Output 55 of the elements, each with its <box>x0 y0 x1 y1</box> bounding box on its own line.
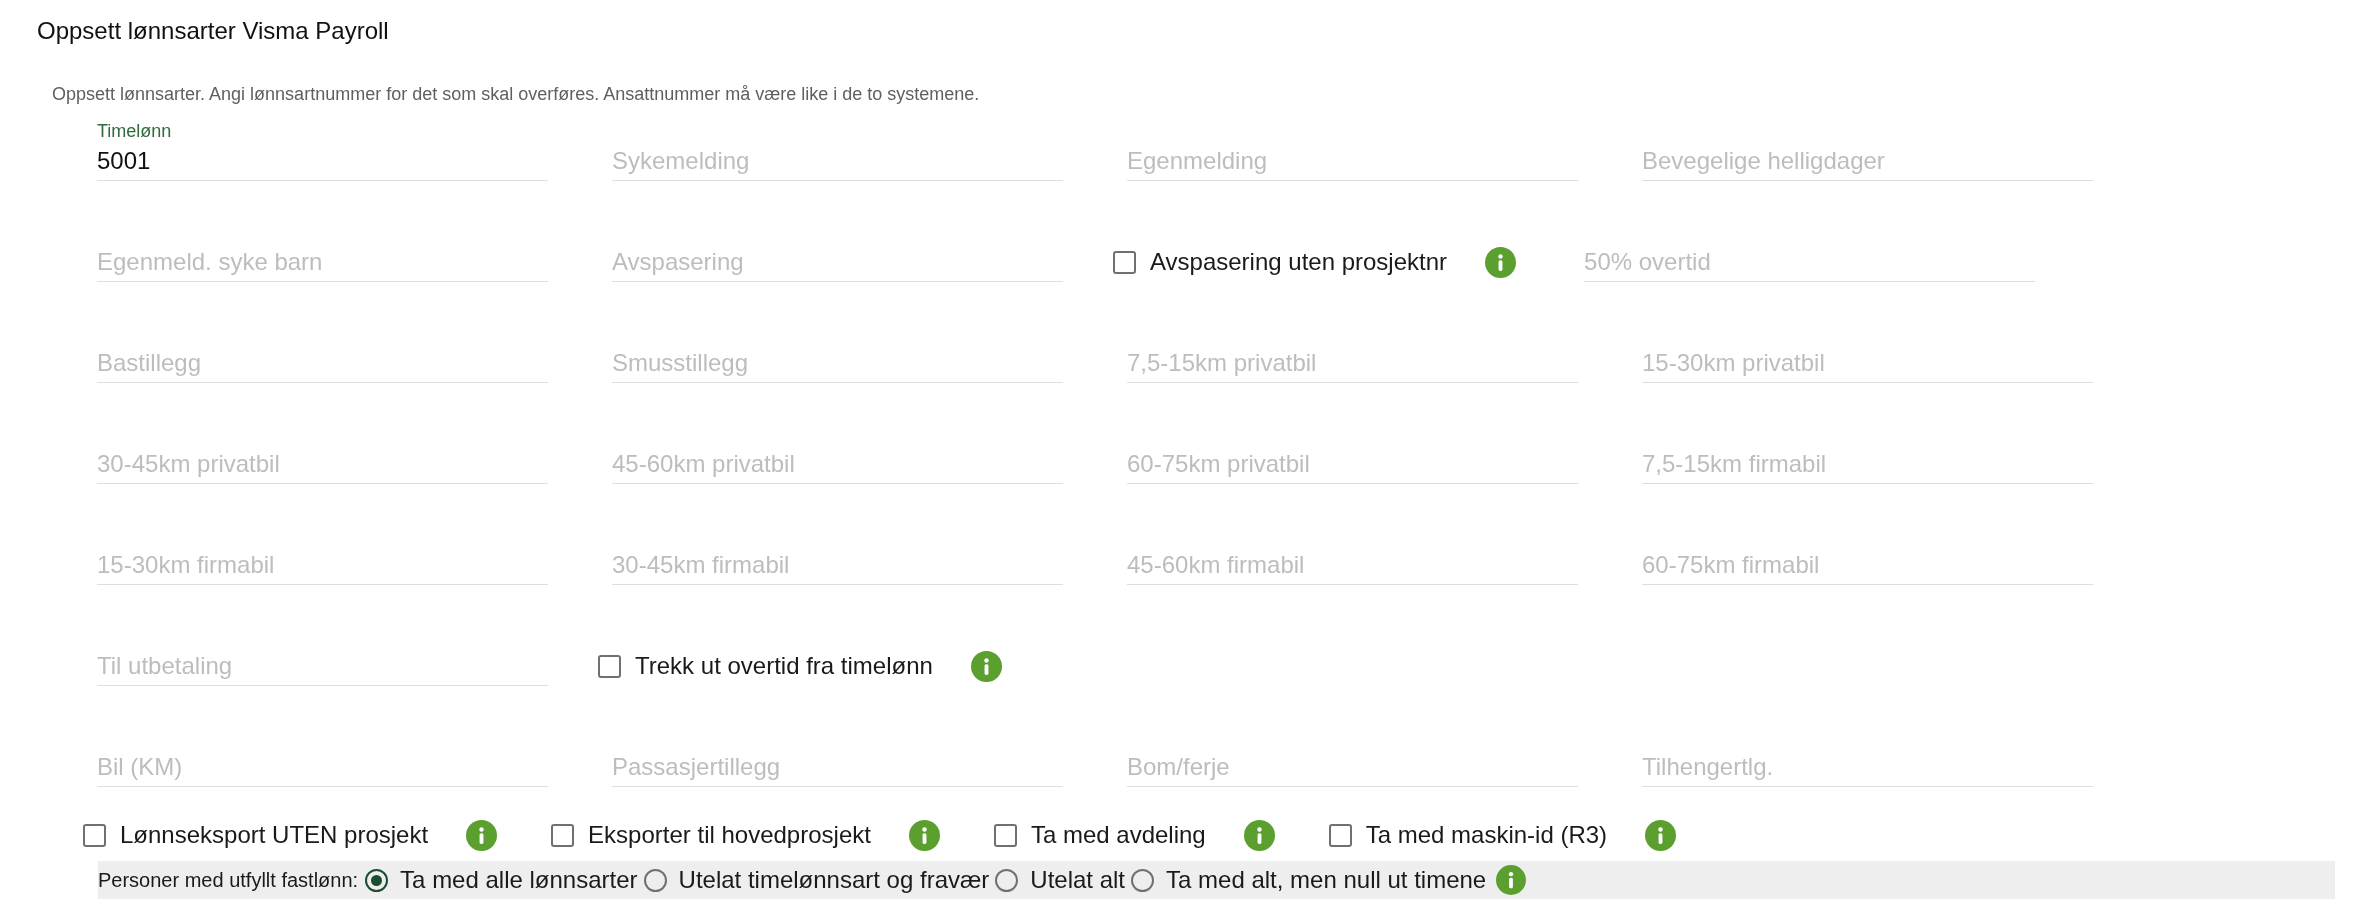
radio-button[interactable] <box>643 868 667 892</box>
text-field[interactable]: 30-45km privatbil <box>97 445 548 484</box>
info-icon[interactable] <box>1485 246 1517 278</box>
page-title: Oppsett lønnsarter Visma Payroll <box>37 17 389 45</box>
text-field[interactable]: 5001 <box>97 142 548 181</box>
description-text: Oppsett lønnsarter. Angi lønnsartnummer for det som skal overføres. Ansattnummer må være like i de to systemene. <box>52 84 980 104</box>
info-icon[interactable] <box>1496 865 1527 895</box>
checkbox[interactable] <box>551 823 575 847</box>
radio-label: Ta med alt, men null ut timene <box>1166 866 1487 894</box>
info-icon[interactable] <box>466 819 498 851</box>
radio-label: Utelat alt <box>1030 866 1126 894</box>
text-field[interactable]: Bil (KM) <box>97 748 548 787</box>
checkbox-label: Lønnseksport UTEN prosjekt <box>120 821 429 849</box>
text-field[interactable]: Tilhengertlg. <box>1642 748 2093 787</box>
text-field[interactable]: 7,5-15km privatbil <box>1127 344 1578 383</box>
checkbox[interactable] <box>1113 250 1136 274</box>
checkbox-label: Ta med avdeling <box>1030 821 1206 849</box>
checkbox[interactable] <box>83 823 106 847</box>
text-field[interactable]: 15-30km firmabil <box>97 546 548 585</box>
checkbox[interactable] <box>598 654 621 678</box>
text-field[interactable]: Egenmelding <box>1127 142 1578 181</box>
radio-label: Ta med alle lønnsarter <box>400 866 638 894</box>
text-field[interactable]: Avspasering <box>612 243 1063 282</box>
text-field[interactable]: 7,5-15km firmabil <box>1642 445 2093 484</box>
text-field[interactable]: Bom/ferje <box>1127 748 1578 787</box>
info-icon[interactable] <box>1645 819 1677 851</box>
info-icon[interactable] <box>908 819 940 851</box>
radio-button[interactable] <box>995 868 1019 892</box>
checkbox-label: Ta med maskin-id (R3) <box>1365 821 1608 849</box>
group-label: Personer med utfyllt fastlønn: <box>98 868 359 892</box>
text-field[interactable]: 30-45km firmabil <box>612 546 1063 585</box>
text-field[interactable]: 15-30km privatbil <box>1642 344 2093 383</box>
text-field[interactable]: Smusstillegg <box>612 344 1063 383</box>
checkbox-label: Trekk ut overtid fra timelønn <box>635 652 933 680</box>
text-field[interactable]: Til utbetaling <box>97 647 548 686</box>
info-icon[interactable] <box>1243 819 1275 851</box>
radio-label: Utelat timelønnsart og fravær <box>678 866 990 894</box>
text-field[interactable]: 50% overtid <box>1584 243 2036 282</box>
info-icon[interactable] <box>970 650 1002 682</box>
text-field[interactable]: 60-75km privatbil <box>1127 445 1578 484</box>
checkbox-label: Eksporter til hovedprosjekt <box>588 821 871 849</box>
checkbox[interactable] <box>993 823 1017 847</box>
text-field[interactable]: Passasjertillegg <box>612 748 1063 787</box>
checkbox-label: Avspasering uten prosjektnr <box>1150 248 1448 276</box>
text-field[interactable]: Sykemelding <box>612 142 1063 181</box>
checkbox[interactable] <box>1328 823 1352 847</box>
text-field[interactable]: 60-75km firmabil <box>1642 546 2093 585</box>
text-field[interactable]: 45-60km firmabil <box>1127 546 1578 585</box>
field-label: Timelønn <box>97 121 172 141</box>
radio-button[interactable] <box>1131 868 1155 892</box>
text-field[interactable]: Egenmeld. syke barn <box>97 243 548 282</box>
text-field[interactable]: Bevegelige helligdager <box>1642 142 2093 181</box>
radio-button[interactable] <box>365 868 389 892</box>
text-field[interactable]: Bastillegg <box>97 344 548 383</box>
text-field[interactable]: 45-60km privatbil <box>612 445 1063 484</box>
